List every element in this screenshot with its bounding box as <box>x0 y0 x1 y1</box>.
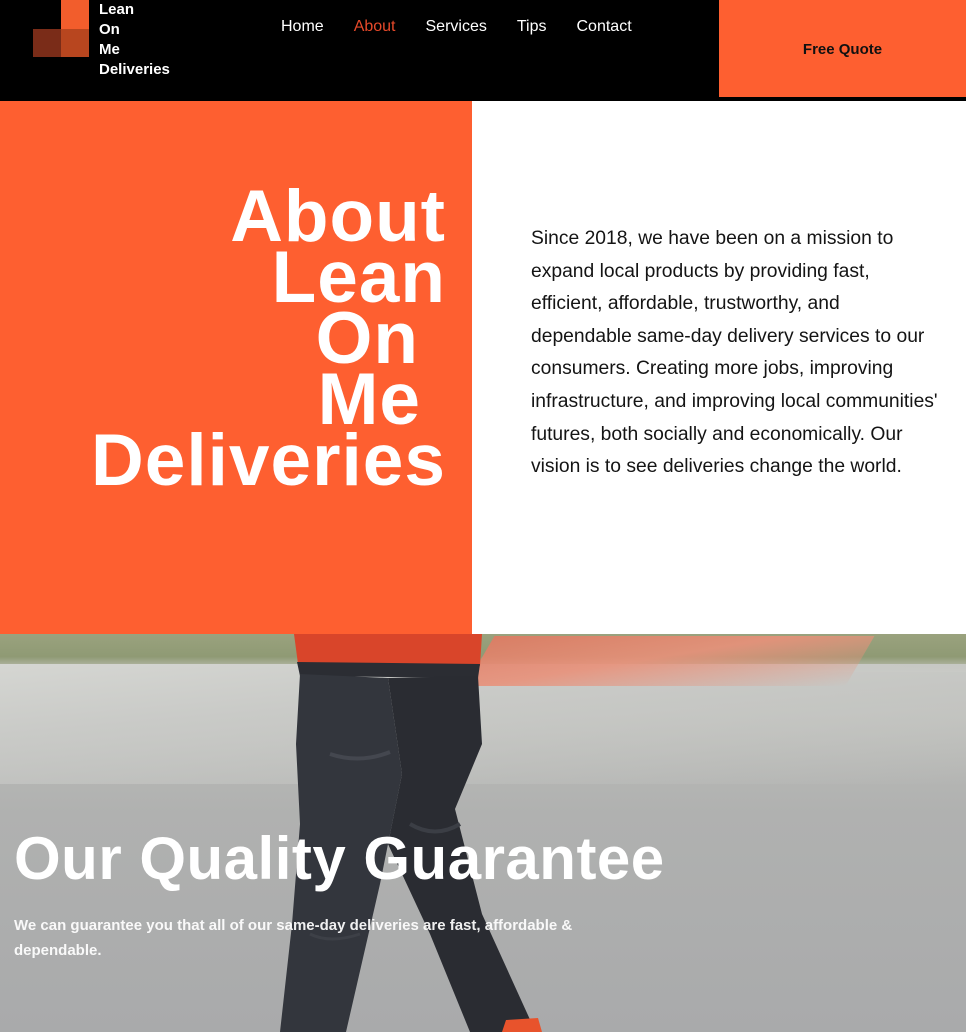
guarantee-heading: Our Quality Guarantee <box>14 825 665 892</box>
logo-line: Lean <box>99 1 135 18</box>
logo-line: Deliveries <box>99 61 170 78</box>
logo-square-bottom-left <box>33 29 61 57</box>
about-title-panel: About Lean On Me Deliveries <box>0 101 472 634</box>
logo-square-top <box>61 0 89 29</box>
site-header: Lean On Me Deliveries Home About Service… <box>0 0 966 101</box>
guarantee-hero-photo: Our Quality Guarantee We can guarantee y… <box>0 634 966 1032</box>
logo-wordmark[interactable]: Lean On Me Deliveries <box>99 0 170 80</box>
about-description: Since 2018, we have been on a mission to… <box>531 228 938 478</box>
logo-square-bottom-right <box>61 29 89 57</box>
guarantee-description: We can guarantee you that all of our sam… <box>14 917 573 959</box>
nav-link-about[interactable]: About <box>354 18 396 36</box>
nav-link-home[interactable]: Home <box>281 18 324 36</box>
about-text-panel: Since 2018, we have been on a mission to… <box>472 101 966 634</box>
main-nav: Home About Services Tips Contact <box>281 18 662 36</box>
about-heading-line: Deliveries <box>91 420 446 501</box>
nav-link-tips[interactable]: Tips <box>517 18 547 36</box>
logo-line: Me <box>99 41 120 58</box>
logo-line: On <box>99 21 120 38</box>
free-quote-button[interactable]: Free Quote <box>719 0 966 97</box>
nav-link-contact[interactable]: Contact <box>577 18 632 36</box>
logo-mark-icon[interactable] <box>33 0 89 57</box>
about-heading: About Lean On Me Deliveries <box>91 180 446 501</box>
nav-link-services[interactable]: Services <box>426 18 487 36</box>
